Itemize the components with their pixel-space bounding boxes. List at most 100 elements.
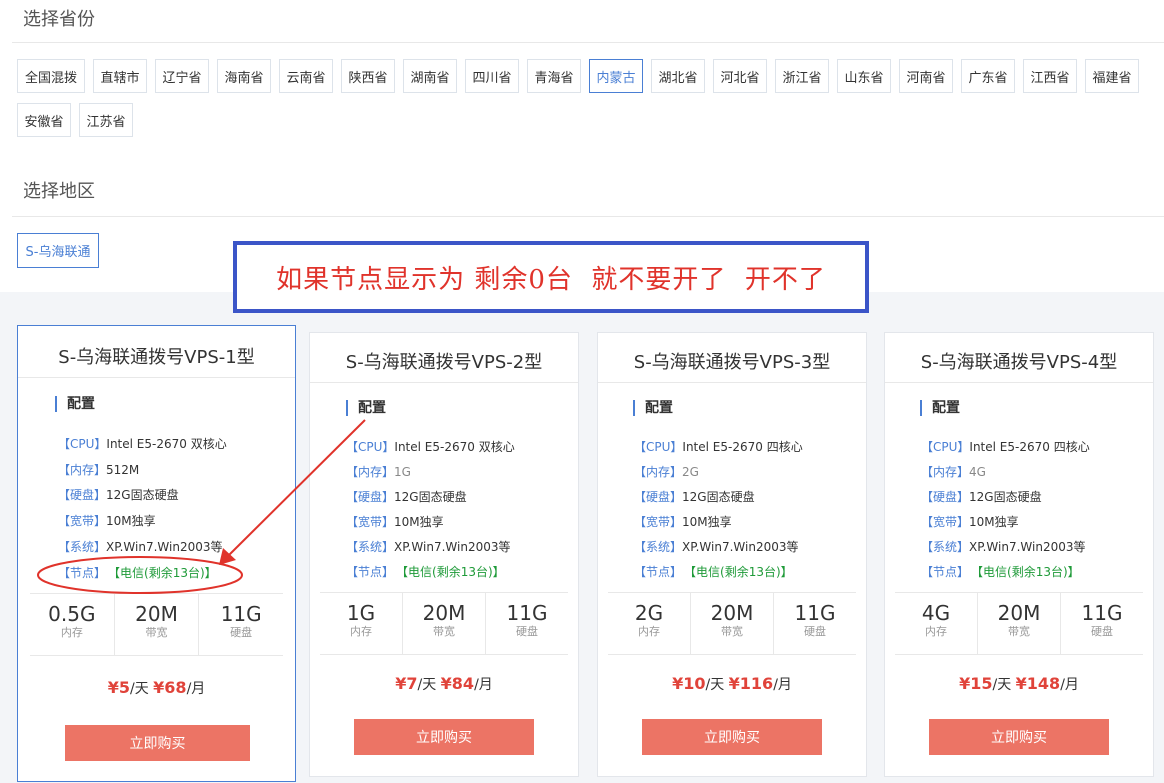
plan-price: ¥5/天 ¥68/月 xyxy=(18,678,295,698)
province-item[interactable]: 广东省 xyxy=(961,59,1015,93)
province-item[interactable]: 辽宁省 xyxy=(155,59,209,93)
stat-bandwidth: 20M 带宽 xyxy=(402,593,485,654)
region-section-title: 选择地区 xyxy=(23,181,95,202)
stat-label: 带宽 xyxy=(721,625,743,638)
spec-disk: 【硬盘】12G固态硬盘 xyxy=(921,488,1042,505)
stat-memory: 4G 内存 xyxy=(895,593,977,654)
spec-value: 2G xyxy=(682,465,699,479)
province-item[interactable]: 全国混拨 xyxy=(17,59,85,93)
province-item[interactable]: 山东省 xyxy=(837,59,891,93)
province-item[interactable]: 青海省 xyxy=(527,59,581,93)
spec-memory: 【内存】2G xyxy=(634,463,699,480)
plan-card-4: S-乌海联通拨号VPS-4型 配置 【CPU】Intel E5-2670 四核心… xyxy=(884,332,1154,777)
spec-key: 【节点】 xyxy=(58,566,107,580)
buy-button[interactable]: 立即购买 xyxy=(354,719,534,755)
province-item[interactable]: 直辖市 xyxy=(93,59,147,93)
divider xyxy=(12,216,1164,217)
spec-value: Intel E5-2670 四核心 xyxy=(682,440,803,454)
province-item[interactable]: 江苏省 xyxy=(79,103,133,137)
price-day: ¥10 xyxy=(672,674,706,693)
price-unit: /天 xyxy=(417,677,437,693)
spec-key: 【内存】 xyxy=(634,465,683,479)
spec-disk: 【硬盘】12G固态硬盘 xyxy=(346,488,467,505)
province-item[interactable]: 江西省 xyxy=(1023,59,1077,93)
province-item[interactable]: 海南省 xyxy=(217,59,271,93)
spec-node: 【节点】 【电信(剩余13台)】 xyxy=(346,563,505,580)
spec-value: 12G固态硬盘 xyxy=(682,490,755,504)
spec-value: XP.Win7.Win2003等 xyxy=(394,540,511,554)
spec-key: 【宽带】 xyxy=(634,515,683,529)
stat-disk: 11G 硬盘 xyxy=(1060,593,1143,654)
province-item[interactable]: 湖南省 xyxy=(403,59,457,93)
spec-key: 【CPU】 xyxy=(634,440,683,454)
spec-bandwidth: 【宽带】10M独享 xyxy=(346,513,444,530)
spec-key: 【宽带】 xyxy=(921,515,970,529)
spec-bandwidth: 【宽带】10M独享 xyxy=(58,512,156,529)
province-item[interactable]: 河南省 xyxy=(899,59,953,93)
price-day: ¥15 xyxy=(959,674,993,693)
stat-label: 带宽 xyxy=(433,625,455,638)
buy-button[interactable]: 立即购买 xyxy=(929,719,1109,755)
stat-bandwidth: 20M 带宽 xyxy=(977,593,1060,654)
spec-key: 【系统】 xyxy=(921,540,970,554)
province-item[interactable]: 福建省 xyxy=(1085,59,1139,93)
spec-key: 【系统】 xyxy=(58,540,107,554)
stat-number: 11G xyxy=(506,601,548,625)
spec-disk: 【硬盘】12G固态硬盘 xyxy=(634,488,755,505)
province-item-selected[interactable]: 内蒙古 xyxy=(589,59,643,93)
spec-key: 【系统】 xyxy=(634,540,683,554)
spec-key: 【CPU】 xyxy=(346,440,395,454)
spec-value: 4G xyxy=(969,465,986,479)
divider xyxy=(885,382,1153,383)
spec-value: 10M独享 xyxy=(394,515,444,529)
province-item[interactable]: 湖北省 xyxy=(651,59,705,93)
config-label: 配置 xyxy=(55,396,95,412)
spec-value: XP.Win7.Win2003等 xyxy=(682,540,799,554)
province-item[interactable]: 浙江省 xyxy=(775,59,829,93)
spec-cpu: 【CPU】Intel E5-2670 双核心 xyxy=(58,435,227,452)
plan-price: ¥15/天 ¥148/月 xyxy=(885,674,1153,694)
price-unit: /月 xyxy=(186,681,206,697)
spec-value: XP.Win7.Win2003等 xyxy=(969,540,1086,554)
spec-value: 【电信(剩余13台)】 xyxy=(690,565,793,579)
stat-memory: 2G 内存 xyxy=(608,593,690,654)
annotation-notice: 如果节点显示为 剩余0台 就不要开了 开不了 xyxy=(233,241,869,313)
spec-value: 12G固态硬盘 xyxy=(106,488,179,502)
spec-key: 【硬盘】 xyxy=(346,490,395,504)
stat-label: 硬盘 xyxy=(804,625,826,638)
stat-label: 带宽 xyxy=(1008,625,1030,638)
spec-key: 【系统】 xyxy=(346,540,395,554)
stat-label: 内存 xyxy=(60,626,83,639)
page: 选择省份 全国混拨 直辖市 辽宁省 海南省 云南省 陕西省 湖南省 四川省 青海… xyxy=(0,0,1164,783)
province-item[interactable]: 安徽省 xyxy=(17,103,71,137)
province-item[interactable]: 四川省 xyxy=(465,59,519,93)
buy-button[interactable]: 立即购买 xyxy=(65,725,250,761)
spec-key: 【硬盘】 xyxy=(921,490,970,504)
spec-os: 【系统】XP.Win7.Win2003等 xyxy=(634,538,799,555)
stat-label: 硬盘 xyxy=(516,625,538,638)
region-item-selected[interactable]: S-乌海联通 xyxy=(17,233,99,268)
province-item[interactable]: 河北省 xyxy=(713,59,767,93)
plan-stats: 4G 内存 20M 带宽 11G 硬盘 xyxy=(895,592,1143,655)
province-section-title: 选择省份 xyxy=(23,9,95,30)
spec-value: 【电信(剩余13台)】 xyxy=(114,566,217,580)
spec-value: Intel E5-2670 四核心 xyxy=(969,440,1090,454)
price-day: ¥5 xyxy=(107,678,130,697)
plan-title: S-乌海联通拨号VPS-2型 xyxy=(345,352,543,373)
price-unit: /月 xyxy=(1060,677,1079,693)
stat-label: 硬盘 xyxy=(1091,625,1113,638)
spec-node: 【节点】 【电信(剩余13台)】 xyxy=(921,563,1080,580)
spec-bandwidth: 【宽带】10M独享 xyxy=(634,513,732,530)
province-item[interactable]: 陕西省 xyxy=(341,59,395,93)
stat-number: 20M xyxy=(710,601,754,625)
stat-number: 11G xyxy=(794,601,836,625)
spec-value: XP.Win7.Win2003等 xyxy=(106,540,223,554)
province-item[interactable]: 云南省 xyxy=(279,59,333,93)
buy-button[interactable]: 立即购买 xyxy=(642,719,822,755)
price-month: ¥68 xyxy=(153,678,187,697)
price-month: ¥148 xyxy=(1015,674,1061,693)
spec-disk: 【硬盘】12G固态硬盘 xyxy=(58,486,179,503)
spec-key: 【节点】 xyxy=(921,565,970,579)
plan-stats: 2G 内存 20M 带宽 11G 硬盘 xyxy=(608,592,856,655)
spec-node: 【节点】 【电信(剩余13台)】 xyxy=(58,564,217,581)
